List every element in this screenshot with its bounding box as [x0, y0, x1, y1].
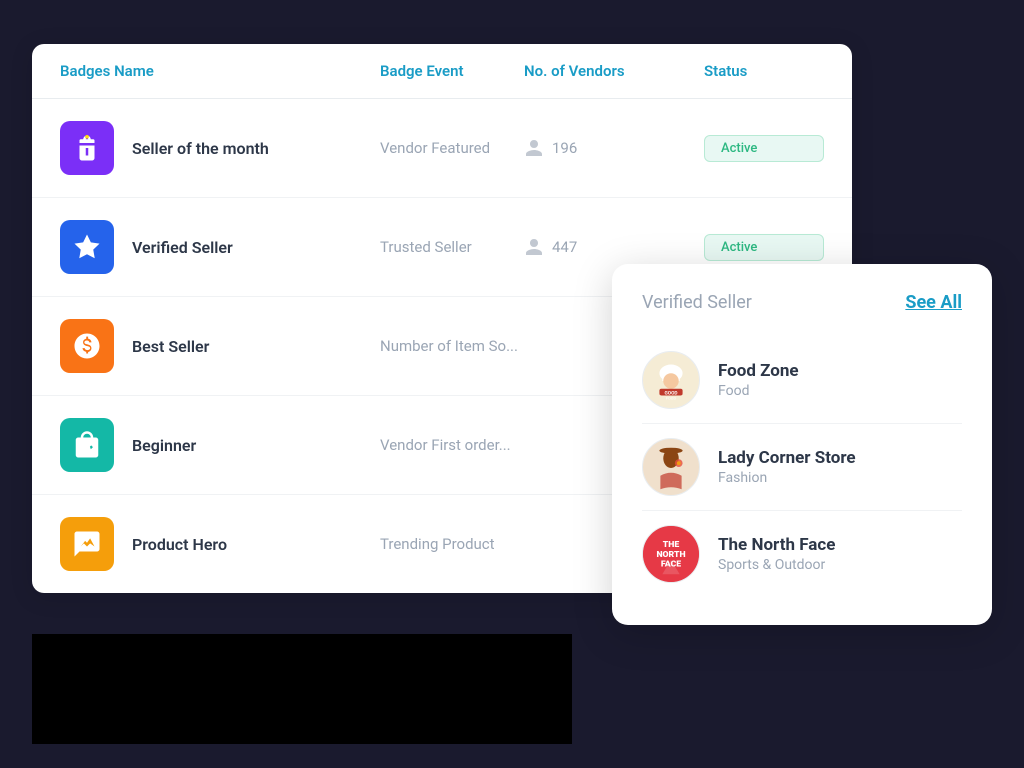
col-header-badge-event: Badge Event: [380, 62, 524, 80]
vendor-info-lady-corner: Lady Corner Store Fashion: [718, 448, 856, 486]
badge-icon-best-seller: [60, 319, 114, 373]
vendor-name: Food Zone: [718, 361, 799, 381]
vendor-info-food-zone: Food Zone Food: [718, 361, 799, 399]
vendor-name: The North Face: [718, 535, 835, 555]
vendor-avatar-north-face: THE NORTH FACE: [642, 525, 700, 583]
badge-name-label: Beginner: [132, 436, 196, 455]
vendor-category: Fashion: [718, 470, 856, 486]
badge-name-label: Verified Seller: [132, 238, 233, 257]
dollar-icon: [72, 331, 102, 361]
badge-name-cell: Verified Seller: [60, 220, 380, 274]
table-row[interactable]: Seller of the month Vendor Featured 196 …: [32, 99, 852, 198]
status-badge: Active: [704, 234, 824, 261]
gift-icon: [72, 133, 102, 163]
badge-event-cell: Trending Product: [380, 535, 524, 553]
col-header-no-of-vendors: No. of Vendors: [524, 62, 704, 80]
vendor-item[interactable]: THE NORTH FACE The North Face Sports & O…: [642, 511, 962, 597]
badge-icon-verified-seller: [60, 220, 114, 274]
vendors-count-cell: 196: [524, 138, 704, 158]
badge-name-cell: Best Seller: [60, 319, 380, 373]
popup-title: Verified Seller: [642, 292, 752, 313]
badge-event-cell: Trusted Seller: [380, 238, 524, 256]
popup-card: Verified Seller See All GOOD FOOD: [612, 264, 992, 625]
svg-text:FOOD: FOOD: [666, 395, 676, 400]
table-header: Badges Name Badge Event No. of Vendors S…: [32, 44, 852, 99]
badge-icon-beginner: [60, 418, 114, 472]
badge-name-cell: Seller of the month: [60, 121, 380, 175]
badge-name-cell: Product Hero: [60, 517, 380, 571]
popup-header: Verified Seller See All: [642, 292, 962, 313]
svg-text:THE: THE: [663, 540, 680, 550]
vendor-item[interactable]: Lady Corner Store Fashion: [642, 424, 962, 511]
vendor-category: Sports & Outdoor: [718, 557, 835, 573]
vendor-avatar-food-zone: GOOD FOOD: [642, 351, 700, 409]
col-header-badges-name: Badges Name: [60, 62, 380, 80]
food-zone-logo: GOOD FOOD: [643, 351, 699, 409]
badge-icon-seller-of-month: [60, 121, 114, 175]
person-icon: [524, 138, 544, 158]
bag-icon: [72, 430, 102, 460]
badge-name-cell: Beginner: [60, 418, 380, 472]
badge-icon-product-hero: [60, 517, 114, 571]
see-all-link[interactable]: See All: [905, 292, 962, 313]
badge-event-cell: Vendor Featured: [380, 139, 524, 157]
north-face-logo: THE NORTH FACE: [643, 525, 699, 583]
badge-event-cell: Number of Item So...: [380, 337, 524, 355]
svg-text:NORTH: NORTH: [656, 550, 685, 560]
badge-name-label: Seller of the month: [132, 139, 269, 158]
badge-event-cell: Vendor First order...: [380, 436, 524, 454]
col-header-status: Status: [704, 62, 824, 80]
vendor-avatar-lady-corner: [642, 438, 700, 496]
person-icon: [524, 237, 544, 257]
star-chat-icon: [72, 529, 102, 559]
scene: Badges Name Badge Event No. of Vendors S…: [32, 24, 992, 744]
vendor-info-north-face: The North Face Sports & Outdoor: [718, 535, 835, 573]
vendor-name: Lady Corner Store: [718, 448, 856, 468]
vendor-category: Food: [718, 383, 799, 399]
star-icon: [72, 232, 102, 262]
lady-corner-logo: [643, 438, 699, 496]
vendor-item[interactable]: GOOD FOOD Food Zone Food: [642, 337, 962, 424]
badge-name-label: Best Seller: [132, 337, 209, 356]
vendors-count-cell: 447: [524, 237, 704, 257]
vendor-count: 447: [552, 238, 577, 256]
badge-name-label: Product Hero: [132, 535, 227, 554]
vendor-count: 196: [552, 139, 577, 157]
black-bar: [32, 634, 572, 744]
status-badge: Active: [704, 135, 824, 162]
